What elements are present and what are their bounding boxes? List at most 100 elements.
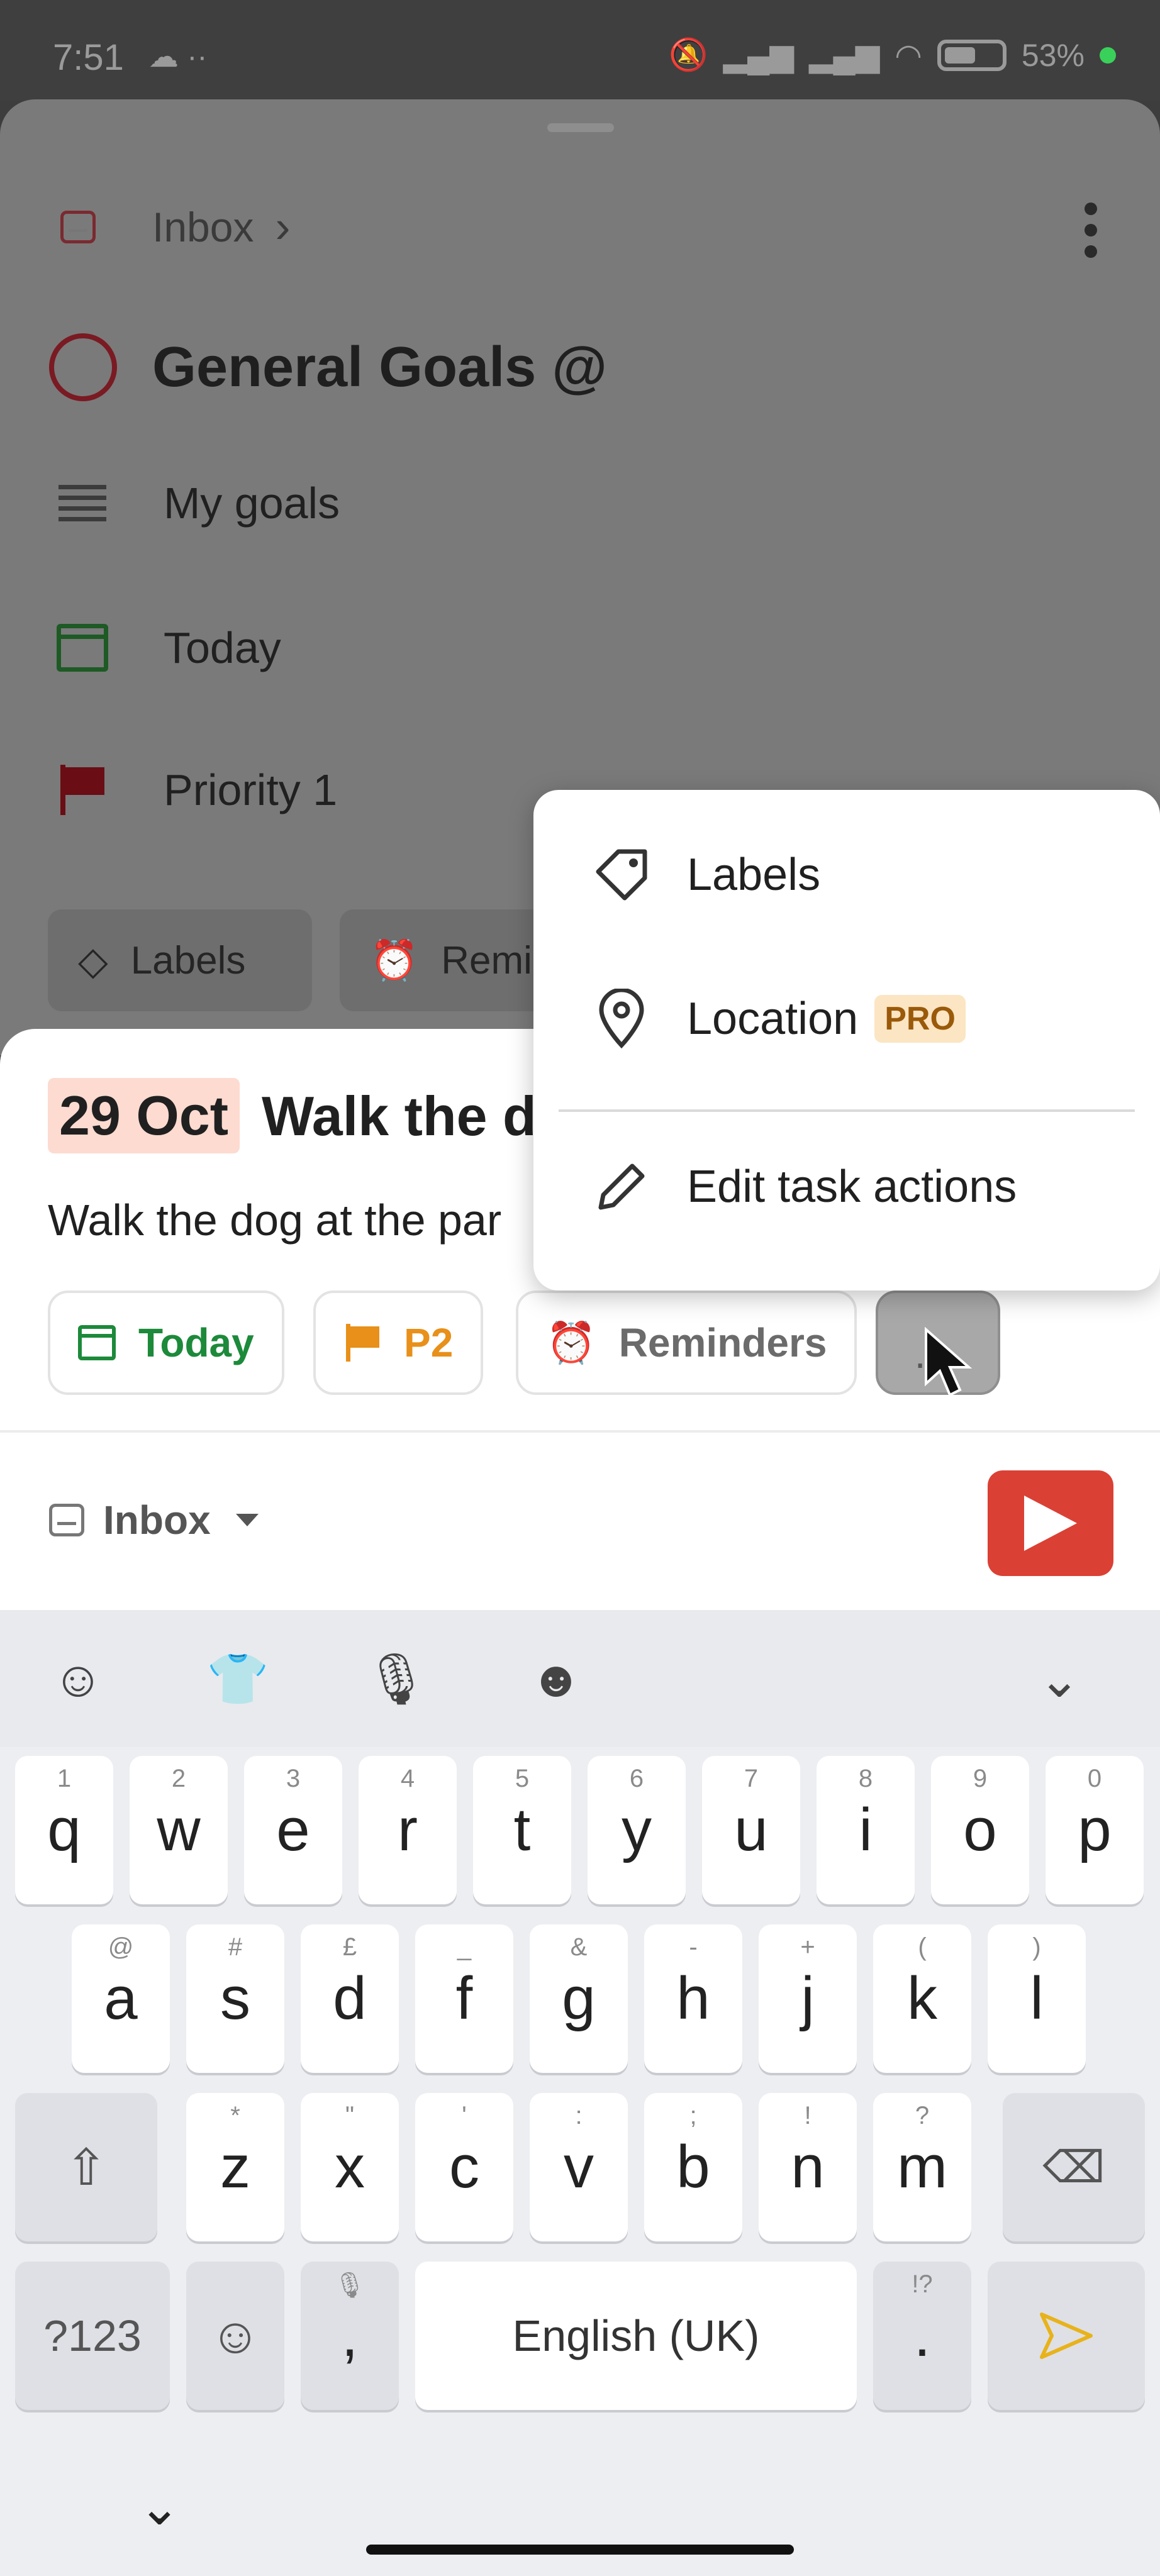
sticker-icon[interactable]: ☺ (47, 1648, 109, 1711)
reminders-chip-editor[interactable]: ⏰ Reminders (516, 1291, 857, 1395)
keyboard-toolbar: ☺ 👕 🎙 ☻ ⌄ (0, 1610, 1160, 1747)
microphone-icon[interactable]: 🎙 (364, 1648, 428, 1711)
more-actions-menu: Labels Location PRO Edit task actions (533, 790, 1160, 1291)
key-b[interactable]: ; b (644, 2093, 742, 2241)
key-y[interactable]: 6y (588, 1756, 686, 1904)
space-key[interactable]: English (UK) (415, 2262, 857, 2410)
breadcrumb-label: Inbox (152, 204, 254, 250)
labels-chip[interactable]: ◇ Labels (48, 909, 312, 1011)
send-button[interactable] (988, 1470, 1113, 1576)
mic-hint-icon: 🎙 (333, 2272, 366, 2299)
soft-keyboard: ☺ 👕 🎙 ☻ ⌄ 1q 2w 3e 4r 5t 6y 7u 8i 9o 0p … (0, 1610, 1160, 2576)
key-v[interactable]: :v (530, 2093, 628, 2241)
key-r[interactable]: 4r (359, 1756, 457, 1904)
key-q[interactable]: 1q (15, 1756, 113, 1904)
breadcrumb[interactable]: Inbox › (60, 201, 290, 253)
menu-item-label: Location (687, 994, 859, 1044)
key-z[interactable]: * z (186, 2093, 284, 2241)
send-icon (1024, 1496, 1077, 1551)
key-f[interactable]: _ f (415, 1924, 513, 2073)
project-label: Inbox (103, 1497, 211, 1543)
collapse-keyboard-icon[interactable]: ⌄ (1028, 1648, 1091, 1711)
privacy-dot-icon (1100, 47, 1116, 64)
priority-row[interactable]: Priority 1 (54, 765, 337, 815)
key-j[interactable]: + j (759, 1924, 857, 2073)
theme-shirt-icon[interactable]: 👕 (206, 1648, 269, 1711)
key-c[interactable]: ' c (415, 2093, 513, 2241)
key-h[interactable]: -h (644, 1924, 742, 2073)
labels-chip-label: Labels (130, 938, 246, 982)
emoji-icon[interactable]: ☻ (525, 1648, 588, 1711)
menu-item-label: Labels (687, 850, 821, 900)
due-date-row[interactable]: Today (54, 623, 281, 673)
menu-item-labels[interactable]: Labels (590, 847, 820, 903)
flag-icon (343, 1324, 381, 1362)
backspace-key[interactable]: ⌫ (1003, 2093, 1145, 2241)
key-u[interactable]: 7u (702, 1756, 800, 1904)
priority-chip[interactable]: P2 (313, 1291, 484, 1395)
reminders-chip-label: Remi (441, 938, 532, 982)
key-a[interactable]: @ a (72, 1924, 170, 2073)
shift-icon: ⇧ (65, 2139, 108, 2196)
battery-icon (937, 39, 1007, 71)
key-x[interactable]: " x (301, 2093, 399, 2241)
key-g[interactable]: & g (530, 1924, 628, 2073)
key-n[interactable]: ! n (759, 2093, 857, 2241)
priority-text: Priority 1 (164, 765, 338, 814)
calendar-icon (57, 624, 108, 672)
tag-icon (590, 847, 653, 903)
home-indicator[interactable] (366, 2545, 794, 2555)
date-chip-label: Today (138, 1320, 254, 1365)
key-l[interactable]: ) l (988, 1924, 1086, 2073)
key-k[interactable]: (k (873, 1924, 971, 2073)
date-tag[interactable]: 29 Oct (48, 1078, 240, 1153)
project-selector[interactable]: Inbox (49, 1497, 259, 1543)
menu-item-location[interactable]: Location PRO (590, 989, 966, 1049)
mouse-cursor-icon (925, 1327, 973, 1397)
pro-badge: PRO (874, 995, 966, 1043)
menu-item-edit-task-actions[interactable]: Edit task actions (590, 1158, 1017, 1215)
alarm-icon: ⏰ (546, 1319, 596, 1365)
key-e[interactable]: 3e (244, 1756, 342, 1904)
menu-item-label: Edit task actions (687, 1162, 1017, 1212)
alarm-icon: ⏰ (370, 938, 419, 982)
menu-divider (559, 1109, 1135, 1112)
tag-icon: ◇ (78, 939, 108, 983)
shift-key[interactable]: ⇧ (15, 2093, 157, 2241)
hide-keyboard-icon[interactable]: ⌄ (138, 2478, 181, 2536)
signal-icon: ▂▄▆ (723, 37, 794, 73)
location-pin-icon (590, 989, 653, 1049)
key-t[interactable]: 5t (473, 1756, 571, 1904)
key-d[interactable]: £ d (301, 1924, 399, 2073)
priority-flag-icon (57, 765, 108, 815)
task-name-input[interactable]: Walk the d (262, 1084, 538, 1148)
description-row[interactable]: My goals (54, 478, 340, 528)
due-date-text: Today (164, 623, 281, 672)
status-time: 7:51 (53, 37, 124, 78)
more-options-icon[interactable] (1085, 203, 1100, 258)
key-m[interactable]: ? m (873, 2093, 971, 2241)
complete-checkbox[interactable] (49, 333, 117, 401)
comma-key[interactable]: 🎙, (301, 2262, 399, 2410)
task-description-input[interactable]: Walk the dog at the par (48, 1195, 551, 1245)
emoji-key[interactable]: ☺ (186, 2262, 284, 2410)
symbols-key[interactable]: ?123 (15, 2262, 170, 2410)
key-s[interactable]: # s (186, 1924, 284, 2073)
drag-handle[interactable] (547, 123, 614, 132)
pencil-icon (590, 1158, 653, 1215)
key-p[interactable]: 0p (1046, 1756, 1144, 1904)
signal-icon-2: ▂▄▆ (808, 37, 880, 73)
priority-chip-label: P2 (404, 1320, 454, 1365)
task-title[interactable]: General Goals @ (152, 335, 607, 400)
inbox-icon (60, 211, 96, 243)
task-title-row: General Goals @ (49, 333, 607, 401)
key-w[interactable]: 2w (130, 1756, 228, 1904)
key-o[interactable]: 9o (931, 1756, 1029, 1904)
date-chip[interactable]: Today (48, 1291, 284, 1395)
period-key[interactable]: !?. (873, 2262, 971, 2410)
key-i[interactable]: 8i (817, 1756, 915, 1904)
caret-down-icon (235, 1514, 259, 1526)
inbox-icon (49, 1504, 84, 1536)
reminders-label: Reminders (618, 1320, 827, 1365)
enter-key[interactable] (988, 2262, 1145, 2410)
